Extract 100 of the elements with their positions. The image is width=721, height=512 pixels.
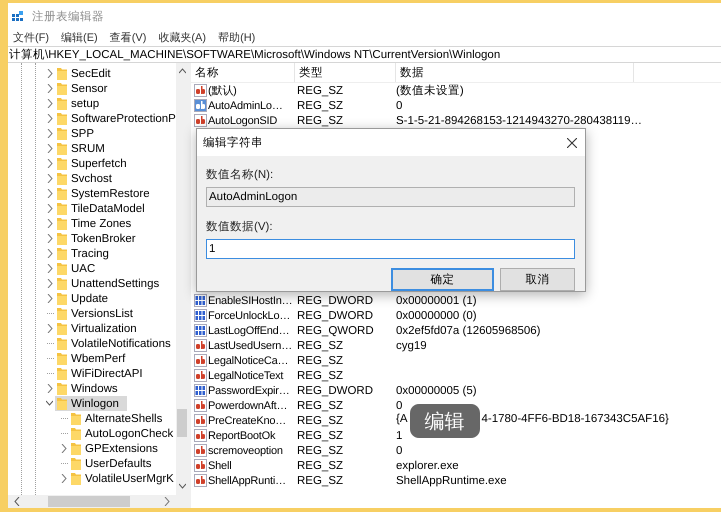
value-type: REG_QWORD [297, 324, 375, 336]
value-type: REG_SZ [297, 340, 344, 352]
folder-icon [57, 67, 67, 80]
folder-icon [57, 82, 67, 95]
folder-icon [57, 202, 67, 215]
collapse-chevron-icon[interactable] [46, 399, 52, 408]
tree-item[interactable]: WiFiDirectAPI [55, 366, 151, 381]
expand-chevron-icon[interactable] [46, 324, 52, 333]
value-name[interactable]: LastLogOffEnd… [191, 324, 297, 337]
value-name[interactable]: PowerdownAft… [191, 399, 297, 412]
tree-item[interactable]: Virtualization [55, 321, 145, 336]
tree-item[interactable]: VersionsList [55, 306, 142, 321]
horizontal-scrollbar[interactable] [8, 495, 176, 508]
scroll-right-icon[interactable] [163, 497, 170, 506]
tree-item[interactable]: setup [55, 96, 108, 111]
folder-icon [57, 247, 67, 260]
folder-icon [57, 307, 67, 320]
tree-item[interactable]: Winlogon [55, 396, 127, 411]
scroll-up-icon[interactable] [178, 67, 186, 76]
value-type: REG_SZ [297, 114, 344, 126]
field-label: 数值数据(V): [206, 220, 274, 234]
tree-item[interactable]: AutoLogonCheck [69, 426, 176, 441]
folder-icon [71, 472, 81, 485]
value-data: 0 [396, 100, 402, 112]
tree-item[interactable]: Superfetch [55, 156, 135, 171]
tree-item[interactable]: Tracing [55, 246, 117, 261]
tree-item[interactable]: GPExtensions [69, 441, 166, 456]
value-data-field[interactable]: 1 [206, 239, 575, 259]
tree-item[interactable]: UAC [55, 261, 104, 276]
value-name-field[interactable]: AutoAdminLogon [206, 187, 575, 207]
value-name[interactable]: AutoAdminLo… [191, 99, 297, 112]
menu-item[interactable]: 收藏夹(A) [157, 30, 208, 45]
tree-item[interactable]: VolatileUserMgrK [69, 471, 176, 486]
folder-icon [57, 187, 67, 200]
column-header[interactable]: 名称 [191, 63, 295, 82]
tree-item[interactable]: Update [55, 291, 116, 306]
ok-button[interactable]: 确定 [391, 268, 494, 291]
folder-icon [57, 97, 67, 110]
scroll-left-icon[interactable] [14, 497, 21, 506]
value-type: REG_SZ [297, 444, 344, 456]
tree-item[interactable]: AlternateShells [69, 411, 170, 426]
column-header[interactable]: 类型 [295, 63, 396, 82]
tree-item[interactable]: SecEdit [55, 66, 119, 81]
value-type: REG_SZ [297, 400, 344, 412]
value-data: 0x00000001 (1) [396, 294, 477, 306]
address-bar[interactable]: 计算机\HKEY_LOCAL_MACHINE\SOFTWARE\Microsoft\Windows NT\CurrentVersion\Winlogon [8, 46, 721, 63]
tree-item[interactable]: TokenBroker [55, 231, 144, 246]
tree-item[interactable]: WbemPerf [55, 351, 134, 366]
value-name[interactable]: ReportBootOk [191, 429, 297, 442]
value-data: 4-1780-4FF6-BD18-167343C5AF16} [482, 413, 669, 425]
tree-item[interactable]: Windows [55, 381, 126, 396]
value-type: REG_SZ [297, 430, 344, 442]
value-name[interactable]: ShellAppRunti… [191, 474, 297, 487]
menu-item[interactable]: 查看(V) [108, 30, 148, 45]
value-name[interactable]: (默认) [191, 83, 297, 98]
value-data: ShellAppRuntime.exe [396, 474, 507, 486]
value-name[interactable]: PreCreateKno… [191, 414, 297, 427]
folder-icon [57, 157, 67, 170]
app-icon [12, 11, 23, 22]
column-header[interactable]: 数据 [396, 63, 634, 82]
value-name[interactable]: LegalNoticeText [191, 369, 297, 382]
value-data: 0 [396, 444, 402, 456]
expand-chevron-icon[interactable] [60, 474, 66, 483]
value-name[interactable]: ForceUnlockLo… [191, 309, 297, 322]
tree-item[interactable]: UserDefaults [69, 456, 160, 471]
expand-chevron-icon[interactable] [60, 444, 66, 453]
value-name[interactable]: EnableSIHostIn… [191, 294, 297, 307]
cancel-button[interactable]: 取消 [500, 268, 575, 291]
tree-item[interactable]: SoftwareProtectionP [55, 111, 176, 126]
value-name[interactable]: PasswordExpir… [191, 384, 297, 397]
value-name[interactable]: scremoveoption [191, 444, 297, 457]
value-name[interactable]: AutoLogonSID [191, 114, 297, 127]
tree-item[interactable]: SystemRestore [55, 186, 158, 201]
scroll-down-icon[interactable] [178, 482, 186, 491]
scrollbar-thumb[interactable] [177, 409, 187, 437]
scrollbar-thumb[interactable] [48, 496, 130, 507]
tree-item[interactable]: Sensor [55, 81, 116, 96]
vertical-scrollbar[interactable] [176, 63, 188, 495]
folder-icon [57, 322, 67, 335]
close-icon[interactable] [567, 138, 577, 148]
menu-item[interactable]: 帮助(H) [217, 30, 256, 45]
tree-item[interactable]: Svchost [55, 171, 120, 186]
value-type: REG_DWORD [297, 310, 374, 322]
folder-icon [57, 217, 67, 230]
expand-chevron-icon[interactable] [46, 384, 52, 393]
tree-item[interactable]: UnattendSettings [55, 276, 168, 291]
menu-item[interactable]: 文件(F) [12, 30, 50, 45]
value-type: REG_SZ [297, 84, 344, 96]
value-name[interactable]: LastUsedUsern… [191, 339, 297, 352]
value-name[interactable]: Shell [191, 459, 297, 472]
tree-item[interactable]: Time Zones [55, 216, 140, 231]
value-type: REG_SZ [297, 474, 344, 486]
tree-item[interactable]: VolatileNotifications [55, 336, 176, 351]
tree-item[interactable]: SPP [55, 126, 102, 141]
tree-item[interactable]: TileDataModel [55, 201, 153, 216]
value-name[interactable]: LegalNoticeCa… [191, 354, 297, 367]
menu-item[interactable]: 编辑(E) [60, 30, 99, 45]
folder-icon [57, 172, 67, 185]
folder-icon [57, 277, 67, 290]
tree-item[interactable]: SRUM [55, 141, 113, 156]
